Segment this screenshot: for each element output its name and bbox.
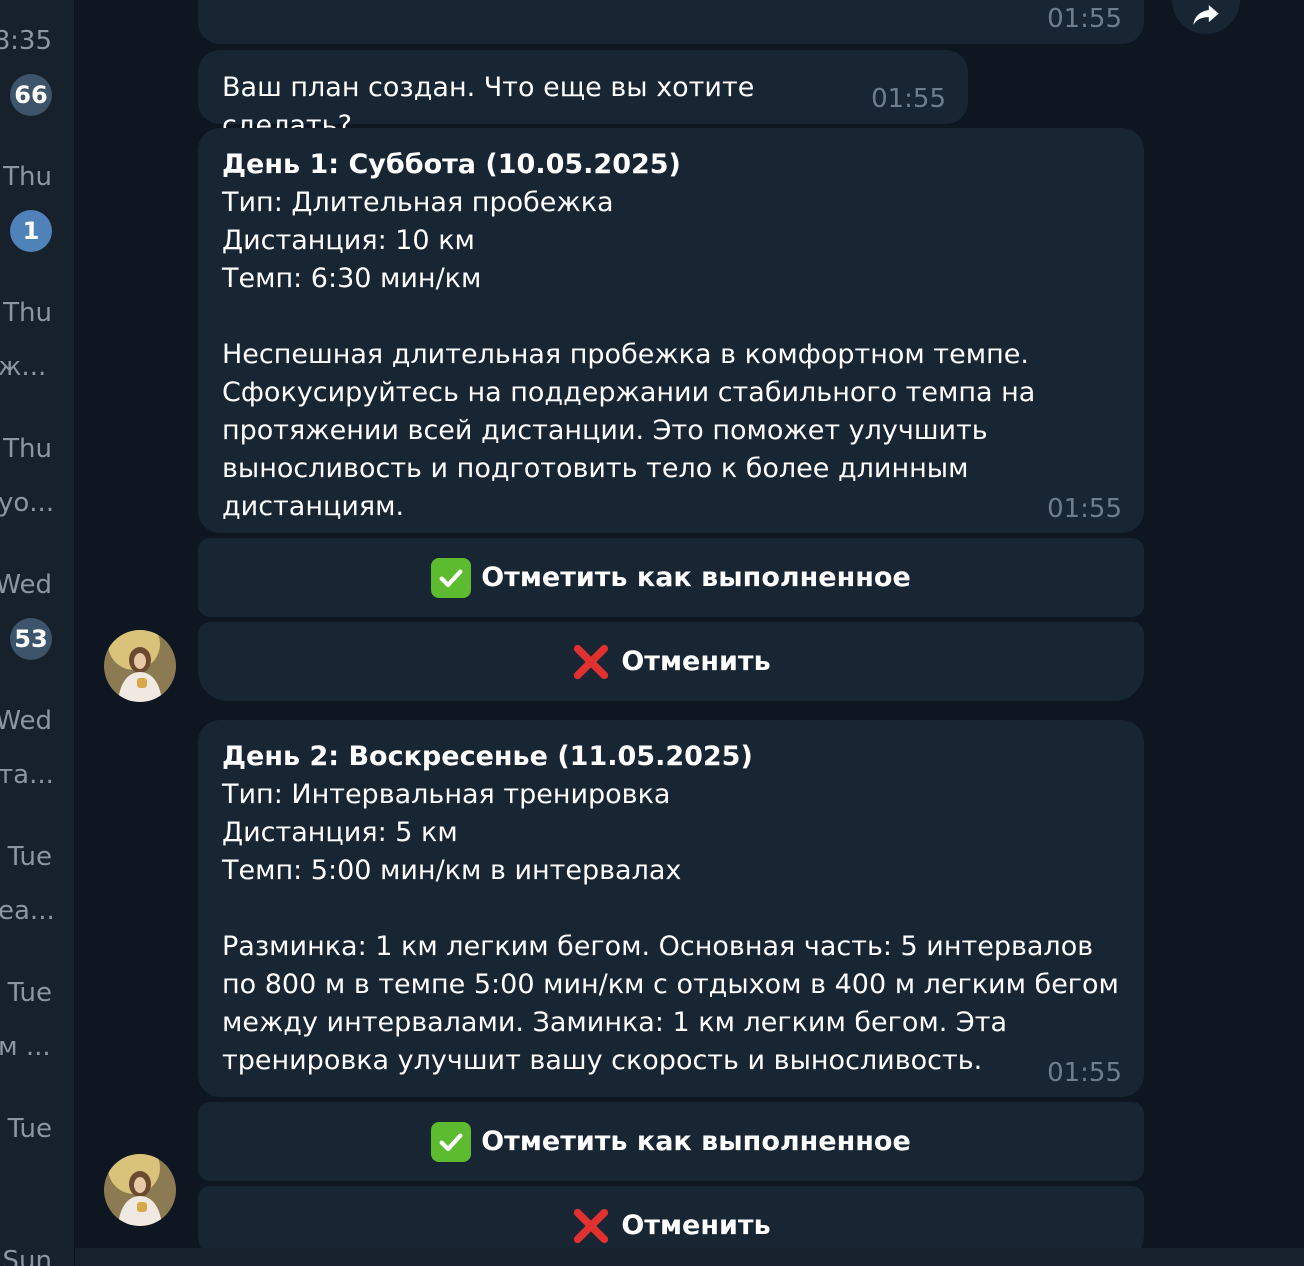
mark-done-button[interactable]: Отметить как выполненное [198, 1102, 1144, 1181]
workout-distance: Дистанция: 10 км [222, 225, 475, 256]
message-time: 01:55 [871, 84, 946, 114]
chat-list-sidebar: 8:35 66 Thu 1 Thu ж... Thu уо... Wed 53 … [0, 0, 75, 1266]
cross-mark-icon [574, 1208, 609, 1243]
unread-badge: 1 [10, 210, 52, 252]
share-arrow-icon [1193, 5, 1219, 25]
message-text: День 1: Суббота (10.05.2025) Тип: Длител… [222, 146, 1132, 526]
message-bubble-previous: 01:55 [198, 0, 1144, 44]
forward-button[interactable] [1172, 0, 1240, 34]
workout-type: Тип: Длительная пробежка [222, 187, 614, 218]
message-bubble-day-2: День 2: Воскресенье (11.05.2025) Тип: Ин… [198, 720, 1144, 1097]
message-time: 01:55 [1047, 4, 1122, 34]
bot-avatar[interactable] [104, 1154, 176, 1226]
mark-done-label: Отметить как выполненное [481, 1126, 911, 1157]
chat-list-snippet: м ... [0, 1032, 51, 1062]
cross-mark-icon [574, 644, 609, 679]
chat-list-time: Wed [0, 570, 52, 600]
chat-list-time: Wed [0, 706, 52, 736]
message-bubble-day-1: День 1: Суббота (10.05.2025) Тип: Длител… [198, 128, 1144, 533]
mark-done-label: Отметить как выполненное [481, 562, 911, 593]
composer-strip [75, 1248, 1304, 1266]
chat-list-snippet: ж... [0, 352, 47, 382]
message-bubble-plan-created: Ваш план создан. Что еще вы хотите сдела… [198, 50, 968, 141]
bot-avatar[interactable] [104, 630, 176, 702]
message-time: 01:55 [1047, 494, 1122, 524]
day-title: День 2: Воскресенье (11.05.2025) [222, 741, 753, 772]
unread-badge: 66 [10, 74, 52, 116]
chat-list-time: Tue [7, 1114, 52, 1144]
workout-pace: Темп: 5:00 мин/км в интервалах [222, 855, 682, 886]
chat-list-snippet: та... [0, 760, 54, 790]
chat-list-time: Thu [3, 162, 52, 192]
message-text: День 2: Воскресенье (11.05.2025) Тип: Ин… [222, 738, 1132, 1080]
check-mark-icon [431, 557, 472, 598]
chat-list-time: Thu [3, 434, 52, 464]
mark-done-button[interactable]: Отметить как выполненное [198, 538, 1144, 617]
cancel-label: Отменить [621, 646, 771, 677]
workout-type: Тип: Интервальная тренировка [222, 779, 671, 810]
avatar-photo [104, 630, 176, 702]
day-title: День 1: Суббота (10.05.2025) [222, 149, 681, 180]
chat-list-time: 8:35 [0, 26, 52, 56]
workout-pace: Темп: 6:30 мин/км [222, 263, 482, 294]
avatar-photo [104, 1154, 176, 1226]
workout-description: Разминка: 1 км легким бегом. Основная ча… [222, 931, 1128, 1076]
workout-description: Неспешная длительная пробежка в комфортн… [222, 339, 1044, 522]
chat-list-time: Sun [2, 1246, 52, 1266]
chat-list-time: Thu [3, 298, 52, 328]
cancel-label: Отменить [621, 1210, 771, 1241]
unread-badge: 53 [10, 618, 52, 660]
message-time: 01:55 [1047, 1058, 1122, 1088]
cancel-button[interactable]: Отменить [198, 622, 1144, 701]
chat-list-snippet: еа... [0, 896, 55, 926]
chat-list-time: Tue [7, 842, 52, 872]
chat-list-snippet: уо... [0, 488, 55, 518]
check-mark-icon [431, 1121, 472, 1162]
chat-list-time: Tue [7, 978, 52, 1008]
workout-distance: Дистанция: 5 км [222, 817, 458, 848]
